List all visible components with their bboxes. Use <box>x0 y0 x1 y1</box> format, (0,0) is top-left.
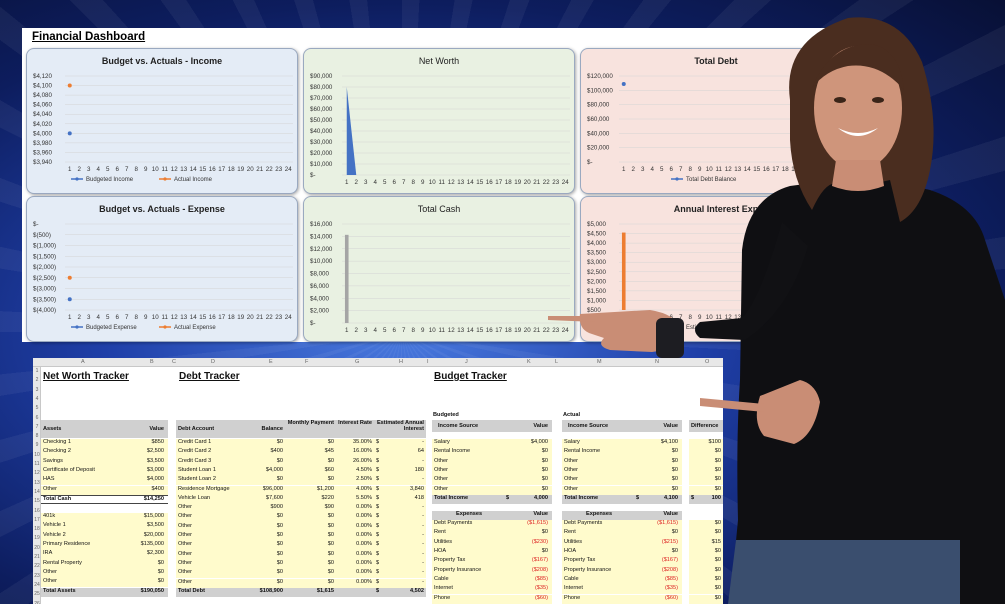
presenter-person <box>548 17 1005 604</box>
wristwatch-icon <box>656 318 684 358</box>
